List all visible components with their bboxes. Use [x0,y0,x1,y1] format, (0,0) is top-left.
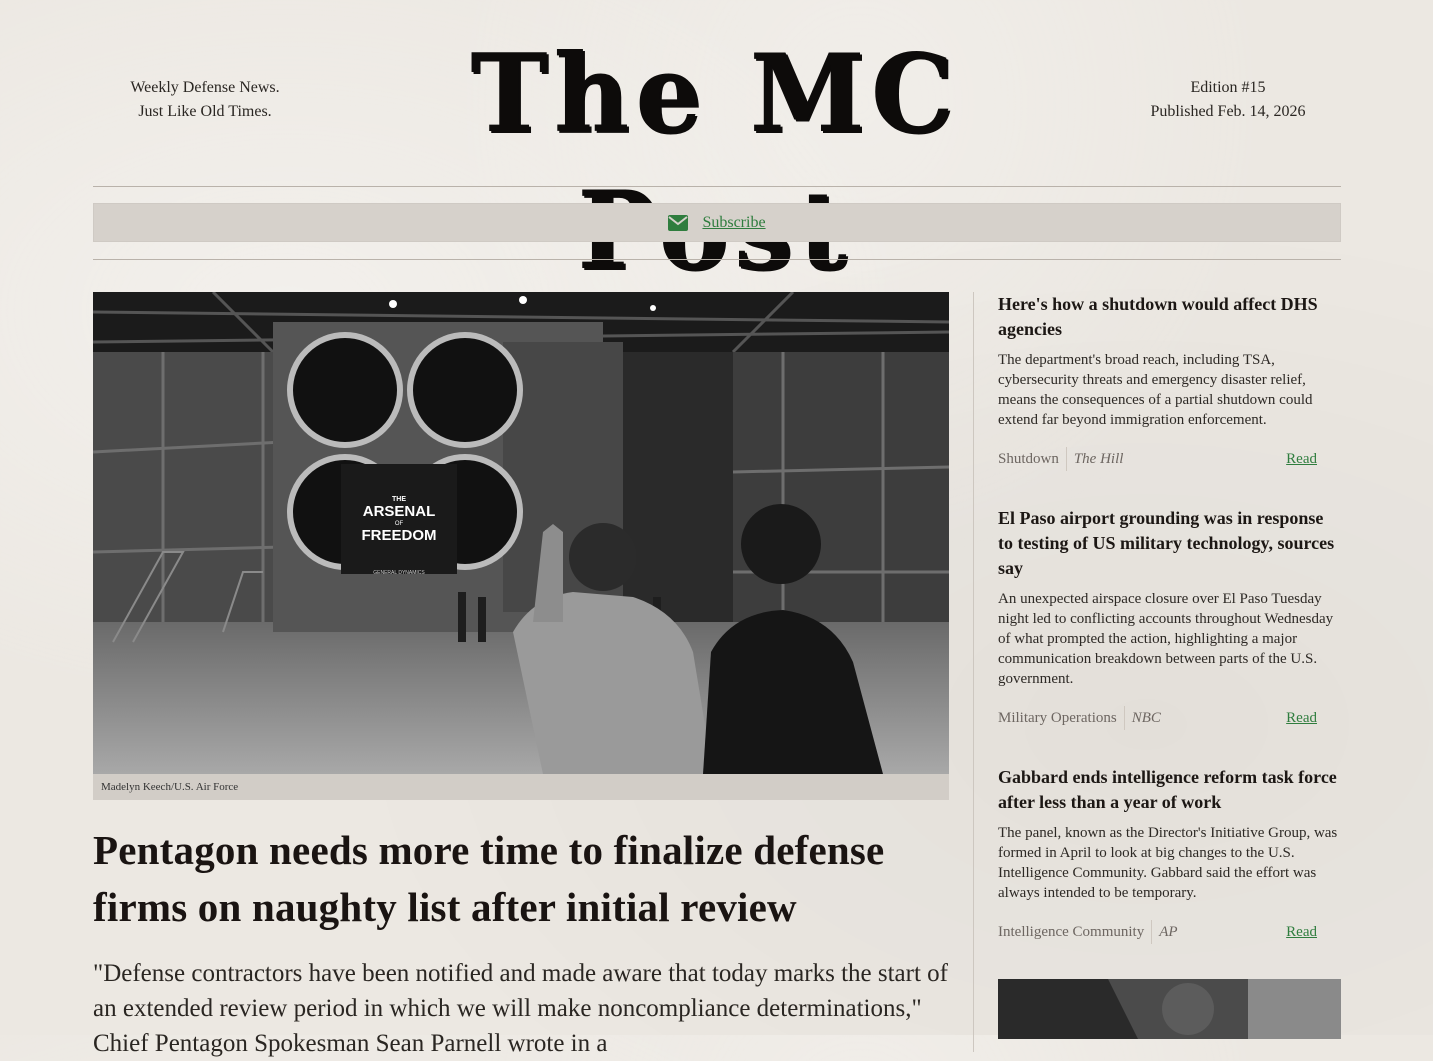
svg-text:ARSENAL: ARSENAL [363,503,436,520]
story-source: The Hill [1073,451,1124,467]
svg-text:FREEDOM: FREEDOM [362,527,437,544]
tagline: Weekly Defense News. Just Like Old Times… [110,76,300,124]
main-lede: "Defense contractors have been notified … [93,960,948,1057]
read-link[interactable]: Read [1286,447,1317,471]
story-meta: Intelligence Community AP Read [998,920,1341,944]
published-date: Published Feb. 14, 2026 [1150,103,1306,120]
svg-text:THE: THE [392,496,406,503]
edition-number: Edition #15 [1190,79,1266,96]
story-title[interactable]: Here's how a shutdown would affect DHS a… [998,292,1341,342]
sidebar-story: El Paso airport grounding was in respons… [998,506,1341,765]
svg-text:GENERAL DYNAMICS: GENERAL DYNAMICS [373,570,425,576]
sidebar-story-image[interactable] [998,979,1341,1039]
subscribe-bar: Subscribe [93,203,1341,242]
sidebar: Here's how a shutdown would affect DHS a… [998,292,1341,965]
story-summary: An unexpected airspace closure over El P… [998,591,1334,687]
main-headline[interactable]: Pentagon needs more time to finalize def… [93,822,949,936]
story-category[interactable]: Military Operations [998,706,1125,730]
header-rule [93,186,1341,187]
story-category[interactable]: Intelligence Community [998,920,1153,944]
main-story: THE ARSENAL OF FREEDOM GENERAL DYNAMICS [93,292,949,1061]
read-link[interactable]: Read [1286,706,1317,730]
tagline-line-1: Weekly Defense News. [130,79,280,96]
story-source: NBC [1131,710,1161,726]
subscribe-rule [93,259,1341,260]
story-category[interactable]: Shutdown [998,447,1067,471]
story-meta: Military Operations NBC Read [998,706,1341,730]
story-summary: The department's broad reach, including … [998,352,1313,428]
column-divider [973,292,974,1052]
site-header: Weekly Defense News. Just Like Old Times… [0,0,1433,294]
sidebar-story: Here's how a shutdown would affect DHS a… [998,292,1341,506]
envelope-icon [668,214,689,231]
main-story-image[interactable]: THE ARSENAL OF FREEDOM GENERAL DYNAMICS [93,292,949,774]
tagline-line-2: Just Like Old Times. [138,103,272,120]
story-meta: Shutdown The Hill Read [998,447,1341,471]
story-title[interactable]: Gabbard ends intelligence reform task fo… [998,765,1341,815]
sidebar-story: Gabbard ends intelligence reform task fo… [998,765,1341,965]
edition-info: Edition #15 Published Feb. 14, 2026 [1130,76,1326,124]
image-caption: Madelyn Keech/U.S. Air Force [93,774,949,800]
story-summary: The panel, known as the Director's Initi… [998,825,1338,901]
story-title[interactable]: El Paso airport grounding was in respons… [998,506,1341,581]
subscribe-link[interactable]: Subscribe [702,214,765,232]
story-source: AP [1159,924,1178,940]
read-link[interactable]: Read [1286,920,1317,944]
